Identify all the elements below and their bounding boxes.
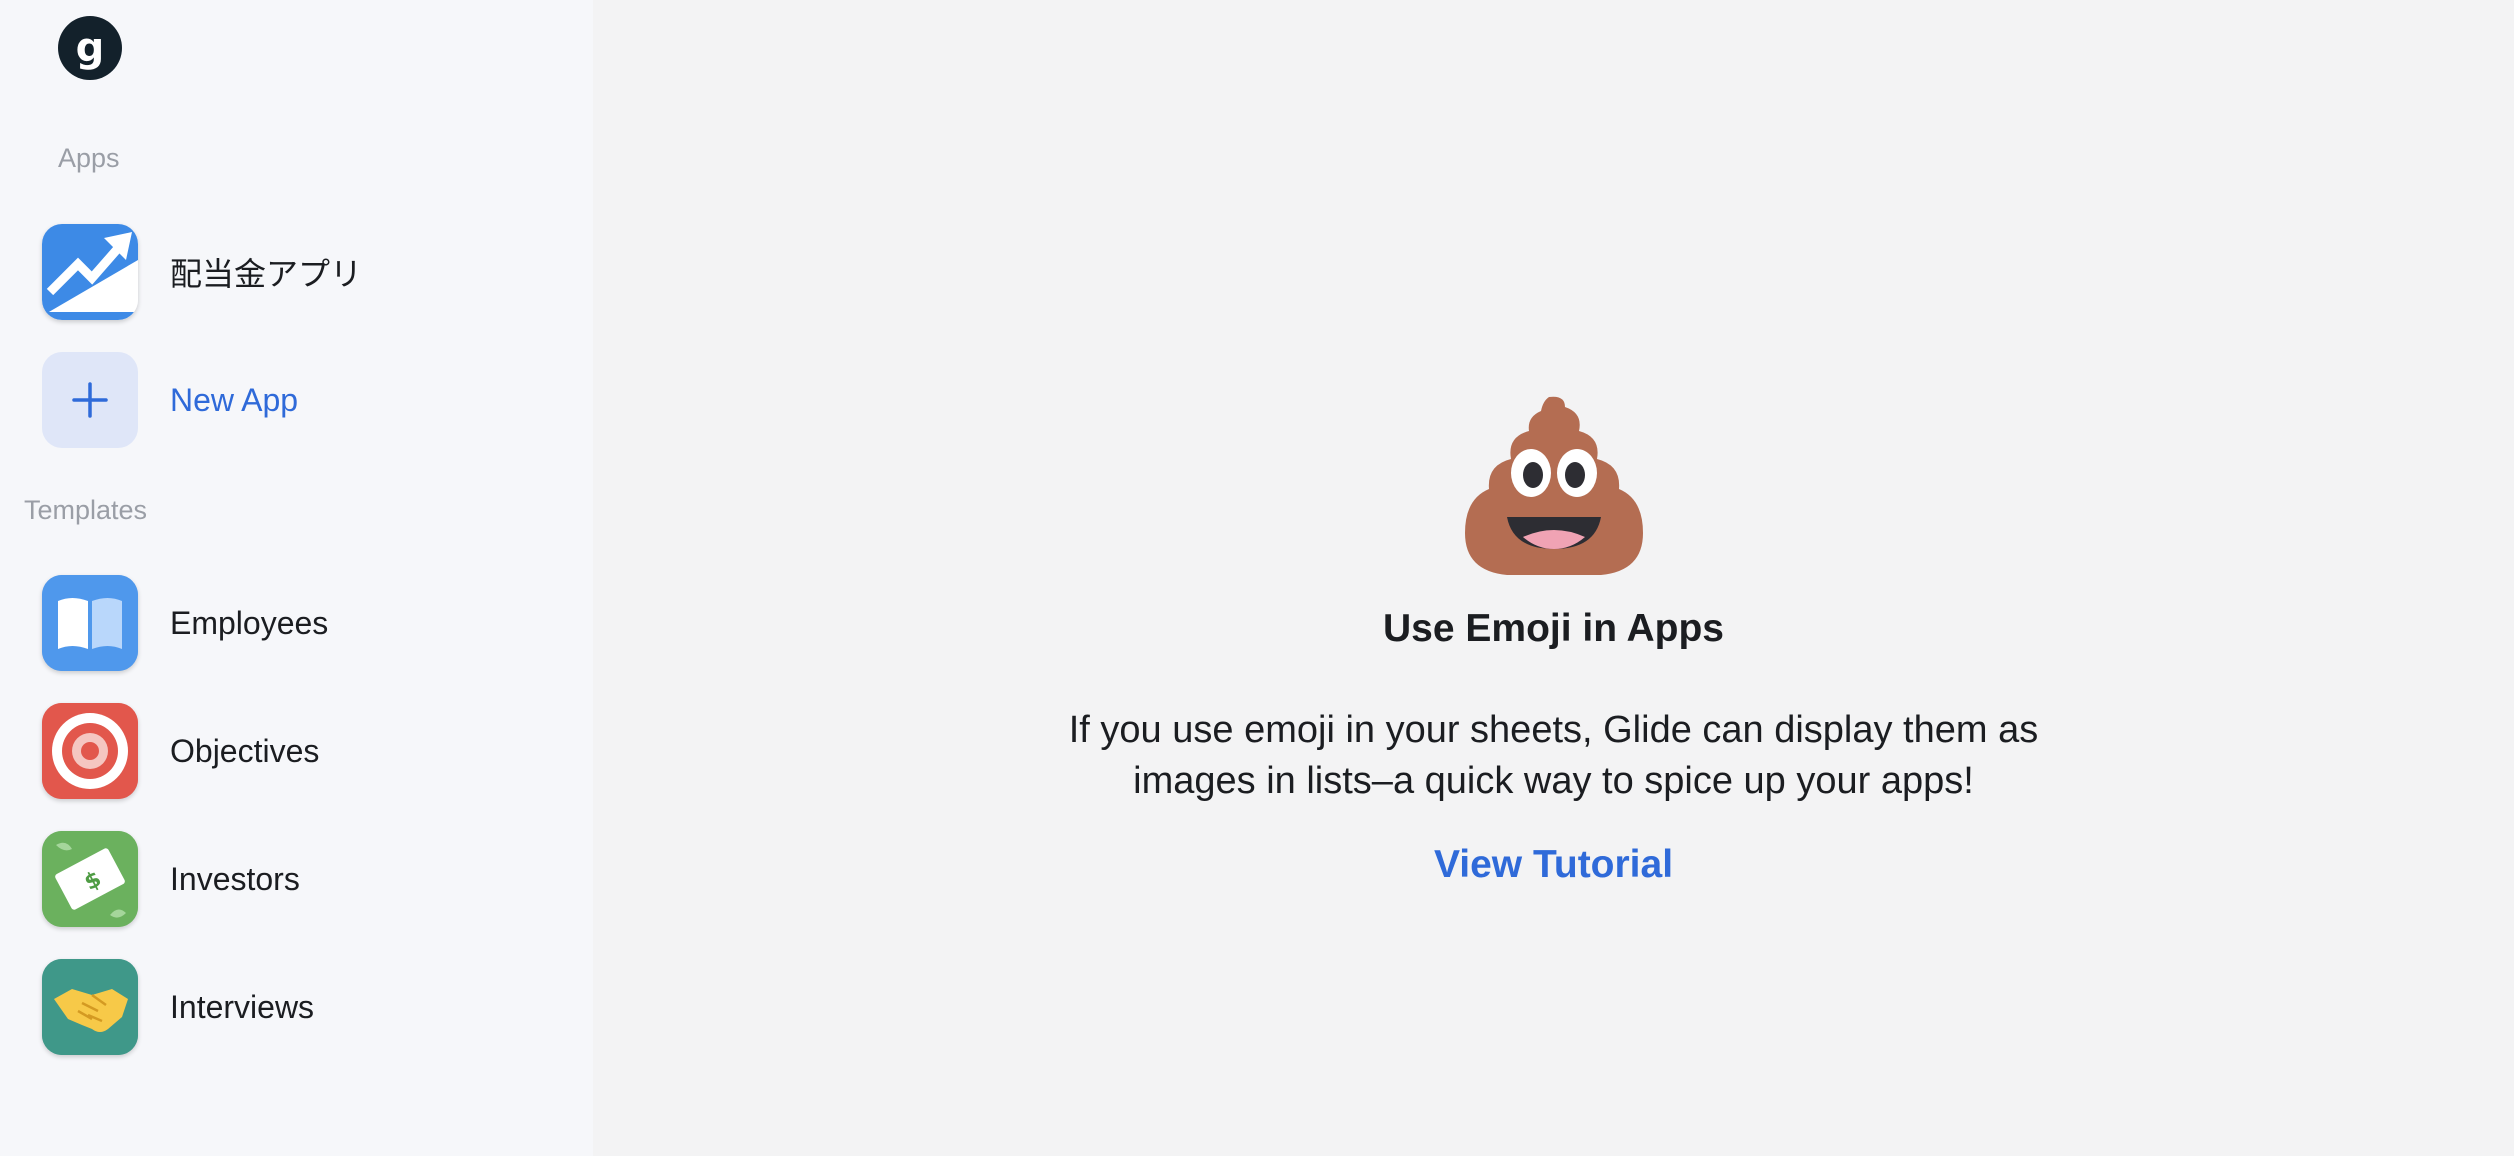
template-item-objectives[interactable]: Objectives — [42, 703, 319, 799]
template-item-interviews[interactable]: Interviews — [42, 959, 314, 1055]
plus-icon — [42, 352, 138, 448]
app-item-dividend[interactable]: 配当金アプリ — [42, 224, 362, 320]
template-item-investors[interactable]: $ Investors — [42, 831, 300, 927]
logo-letter: g — [75, 25, 105, 71]
new-app-button[interactable]: New App — [42, 352, 298, 448]
template-label: Employees — [170, 604, 329, 641]
apps-section-label: Apps — [58, 143, 120, 173]
handshake-icon — [42, 959, 138, 1055]
empty-state-description: If you use emoji in your sheets, Glide c… — [1068, 709, 2039, 802]
sidebar: g Apps 配当金アプリ New App Templates Employee… — [0, 0, 593, 1156]
template-item-employees[interactable]: Employees — [42, 575, 328, 671]
money-icon: $ — [42, 831, 138, 927]
empty-state: Use Emoji in Apps If you use emoji in yo… — [593, 395, 2514, 887]
poop-emoji-icon — [1461, 395, 1647, 579]
template-label: Investors — [170, 860, 300, 897]
target-icon — [42, 703, 138, 799]
view-tutorial-link[interactable]: View Tutorial — [1434, 843, 1673, 887]
book-icon — [42, 575, 138, 671]
new-app-label: New App — [170, 381, 299, 418]
app-item-label: 配当金アプリ — [170, 256, 363, 292]
trend-chart-icon — [42, 224, 138, 320]
templates-section-label: Templates — [24, 495, 148, 525]
template-label: Objectives — [170, 732, 320, 769]
main-panel: Use Emoji in Apps If you use emoji in yo… — [593, 0, 2514, 1156]
template-label: Interviews — [170, 988, 315, 1025]
empty-state-heading: Use Emoji in Apps — [1383, 607, 1724, 650]
glide-logo[interactable]: g — [58, 16, 122, 80]
